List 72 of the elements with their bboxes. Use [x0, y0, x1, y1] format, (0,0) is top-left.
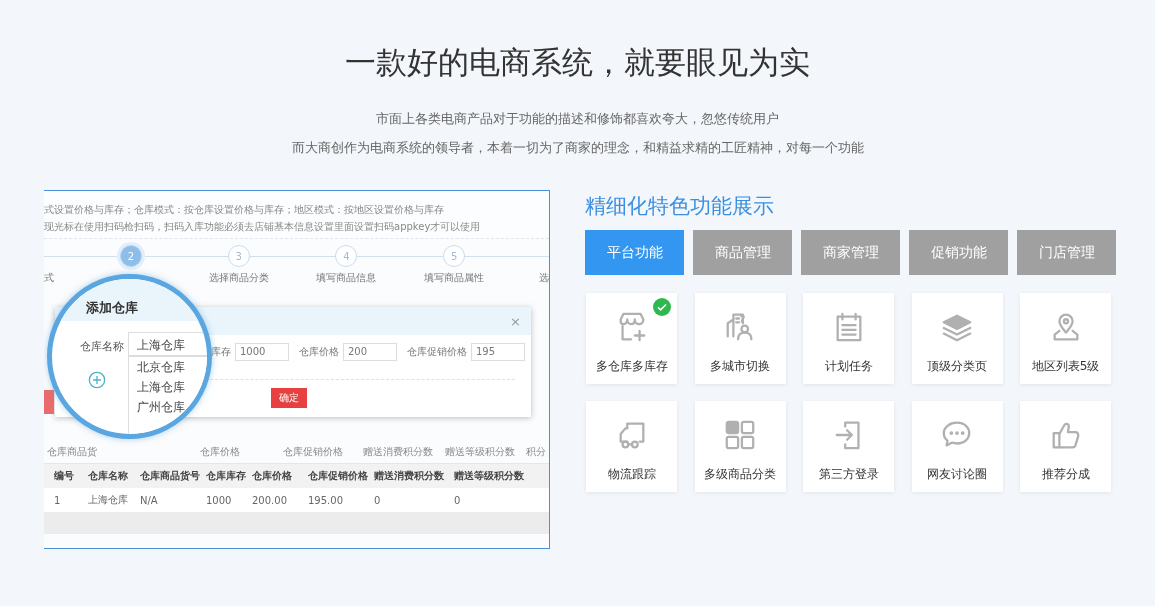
column-header: 仓库商品货号 [140, 469, 200, 483]
table-cell: 1000 [206, 494, 232, 506]
tag-marker [44, 390, 54, 414]
step-label: 选择商品分类 [208, 271, 269, 285]
column-header: 赠送消费积分数 [374, 469, 444, 483]
column-header: 赠送等级积分数 [454, 469, 524, 483]
column-header: 赠送消费积分数 [363, 445, 433, 459]
feature-label: 顶级分类页 [927, 358, 987, 375]
step-label: 填写商品信息 [316, 271, 377, 285]
dropdown-option[interactable]: 北京仓库 [137, 359, 185, 375]
column-header: 仓库价格 [252, 469, 292, 483]
feature-label: 多城市切换 [710, 358, 770, 375]
table-cell: 195.00 [308, 494, 343, 506]
column-header: 仓库商品货 [47, 445, 97, 459]
field-label: 仓库名称 [80, 339, 124, 354]
feature-card[interactable]: 物流跟踪 [586, 401, 677, 492]
step-number: 3 [227, 245, 250, 267]
section-title: 精细化特色功能展示 [585, 193, 775, 220]
confirm-button[interactable]: 确定 [271, 388, 307, 408]
column-header: 赠送等级积分数 [445, 445, 515, 459]
feature-card[interactable]: 网友讨论圈 [911, 401, 1003, 492]
add-icon[interactable] [88, 371, 106, 389]
column-header: 仓库促销价格 [308, 469, 368, 483]
step-label: 选 [539, 271, 549, 285]
column-header: 仓库促销价格 [283, 445, 343, 459]
input-field[interactable]: 195 [471, 343, 525, 361]
table-cell: 1 [54, 494, 61, 506]
feature-label: 网友讨论圈 [927, 466, 987, 483]
step-label: 式 [44, 271, 54, 285]
dialog-title: 添加仓库 [86, 299, 138, 317]
note-text: 现光标在使用扫码枪扫码，扫码入库功能必须去店铺基本信息设置里面设置扫码appkey才可以使用 [44, 220, 481, 234]
feature-card[interactable]: 顶级分类页 [911, 293, 1003, 384]
feature-label: 计划任务 [824, 358, 873, 375]
table-cell: 0 [374, 494, 381, 506]
column-header: 仓库名称 [88, 469, 128, 483]
step-number: 5 [443, 245, 466, 267]
table-cell: N/A [140, 494, 158, 506]
dropdown-option[interactable]: 广州仓库 [137, 399, 185, 415]
feature-label: 第三方登录 [818, 466, 879, 483]
input-field[interactable]: 1000 [235, 343, 289, 361]
grid-icon [723, 418, 757, 452]
table-cell: 0 [454, 494, 461, 506]
column-header: 积分 [526, 445, 546, 459]
field-label: 仓库价格 [299, 345, 339, 359]
feature-label: 多仓库多库存 [595, 358, 668, 375]
table-cell: 上海仓库 [88, 493, 128, 507]
step-number: 2 [119, 245, 142, 267]
subtitle-text: 市面上各类电商产品对于功能的描述和修饰都喜欢夸大，忽悠传统用户 [376, 110, 779, 128]
feature-card[interactable]: 多城市切换 [694, 293, 786, 384]
feature-card[interactable]: 计划任务 [803, 293, 894, 384]
feature-label: 物流跟踪 [607, 466, 656, 483]
field-label: 库存 [211, 345, 231, 359]
feature-card[interactable]: 第三方登录 [803, 401, 894, 492]
column-header: 仓库价格 [200, 445, 240, 459]
subtitle-text: 而大商创作为电商系统的领导者，本着一切为了商家的理念，和精益求精的工匠精神，对每一个功能 [291, 139, 864, 157]
step-number: 4 [335, 245, 358, 267]
feature-label: 地区列表5级 [1031, 358, 1100, 375]
dropdown-option[interactable]: 上海仓库 [137, 379, 185, 395]
feature-card[interactable]: 地区列表5级 [1020, 293, 1111, 384]
feature-card[interactable]: 多级商品分类 [694, 401, 786, 492]
feature-card[interactable]: 推荐分成 [1020, 401, 1111, 492]
step-label: 填写商品属性 [424, 271, 485, 285]
column-header: 仓库库存 [206, 469, 246, 483]
page-title: 一款好的电商系统，就要眼见为实 [345, 43, 810, 82]
feature-label: 推荐分成 [1041, 466, 1090, 483]
feature-card[interactable]: 多仓库多库存 [586, 293, 677, 384]
note-text: 式设置价格与库存；仓库模式：按仓库设置价格与库存；地区模式：按地区设置价格与库存 [44, 203, 444, 217]
table-cell: 200.00 [252, 494, 287, 506]
feature-label: 多级商品分类 [704, 466, 776, 483]
input-field[interactable]: 200 [343, 343, 397, 361]
column-header: 编号 [54, 469, 74, 483]
field-label: 仓库促销价格 [407, 345, 467, 359]
